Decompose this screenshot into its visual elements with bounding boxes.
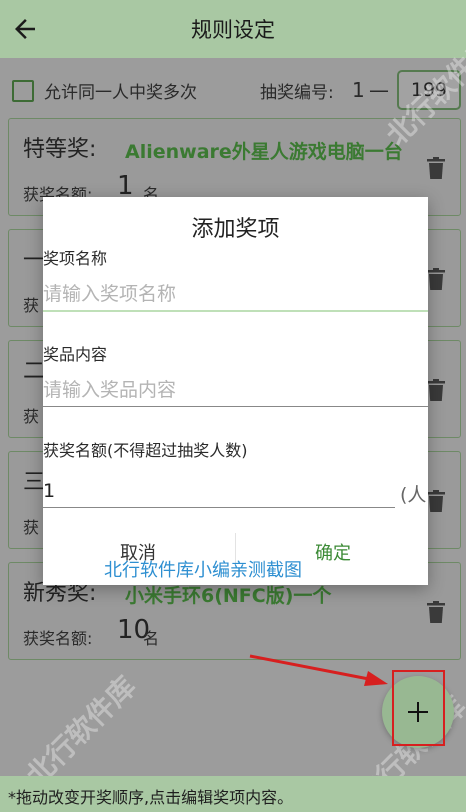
quota-unit: 名 xyxy=(143,629,160,648)
allow-multiple-checkbox[interactable] xyxy=(12,80,34,102)
number-range-label: 抽奖编号: xyxy=(260,83,334,103)
prize-quota-suffix: (人 xyxy=(400,484,427,506)
watermark-caption: 北行软件库小编亲测截图 xyxy=(104,560,302,581)
prize-name: 特等奖: xyxy=(23,137,97,162)
trash-icon[interactable] xyxy=(427,490,445,512)
quota-label: 获 xyxy=(23,296,40,315)
annotation-arrow-icon xyxy=(249,654,388,686)
quota-label: 获 xyxy=(23,518,40,537)
number-range-start: 1 xyxy=(352,78,365,102)
prize-name-label: 奖项名称 xyxy=(43,249,108,268)
prize-name: 一 xyxy=(23,248,46,273)
trash-icon[interactable] xyxy=(427,379,445,401)
dialog-title: 添加奖项 xyxy=(191,217,280,242)
add-prize-dialog: 添加奖项 奖项名称 奖品内容 获奖名额(不得超过抽奖人数) (人 取消 确定 xyxy=(43,197,428,585)
prize-content: Alienware外星人游戏电脑一台 xyxy=(125,141,403,163)
annotation-highlight-box xyxy=(392,670,445,746)
prize-content: 小米手环6(NFC版)一个 xyxy=(125,585,332,607)
prize-quota-label: 获奖名额(不得超过抽奖人数) xyxy=(43,441,248,460)
quota-label: 获 xyxy=(23,407,40,426)
prize-content-label: 奖品内容 xyxy=(43,345,108,364)
quota-label: 获奖名额: xyxy=(23,629,93,648)
app-bar: 规则设定 xyxy=(0,0,466,58)
allow-multiple-label: 允许同一人中奖多次 xyxy=(44,83,197,103)
trash-icon[interactable] xyxy=(427,601,445,623)
prize-name: 二 xyxy=(23,359,46,384)
trash-icon[interactable] xyxy=(427,268,445,290)
page-title: 规则设定 xyxy=(191,18,275,42)
prize-content-input[interactable] xyxy=(43,373,428,407)
prize-name: 三 xyxy=(23,470,46,495)
prize-quota-input[interactable] xyxy=(43,474,395,508)
trash-icon[interactable] xyxy=(427,157,445,179)
footer-bar: *拖动改变开奖顺序,点击编辑奖项内容。 xyxy=(0,776,466,812)
footer-hint: *拖动改变开奖顺序,点击编辑奖项内容。 xyxy=(8,788,294,807)
prize-name-input[interactable] xyxy=(43,278,428,312)
number-range-dash: — xyxy=(369,78,389,102)
